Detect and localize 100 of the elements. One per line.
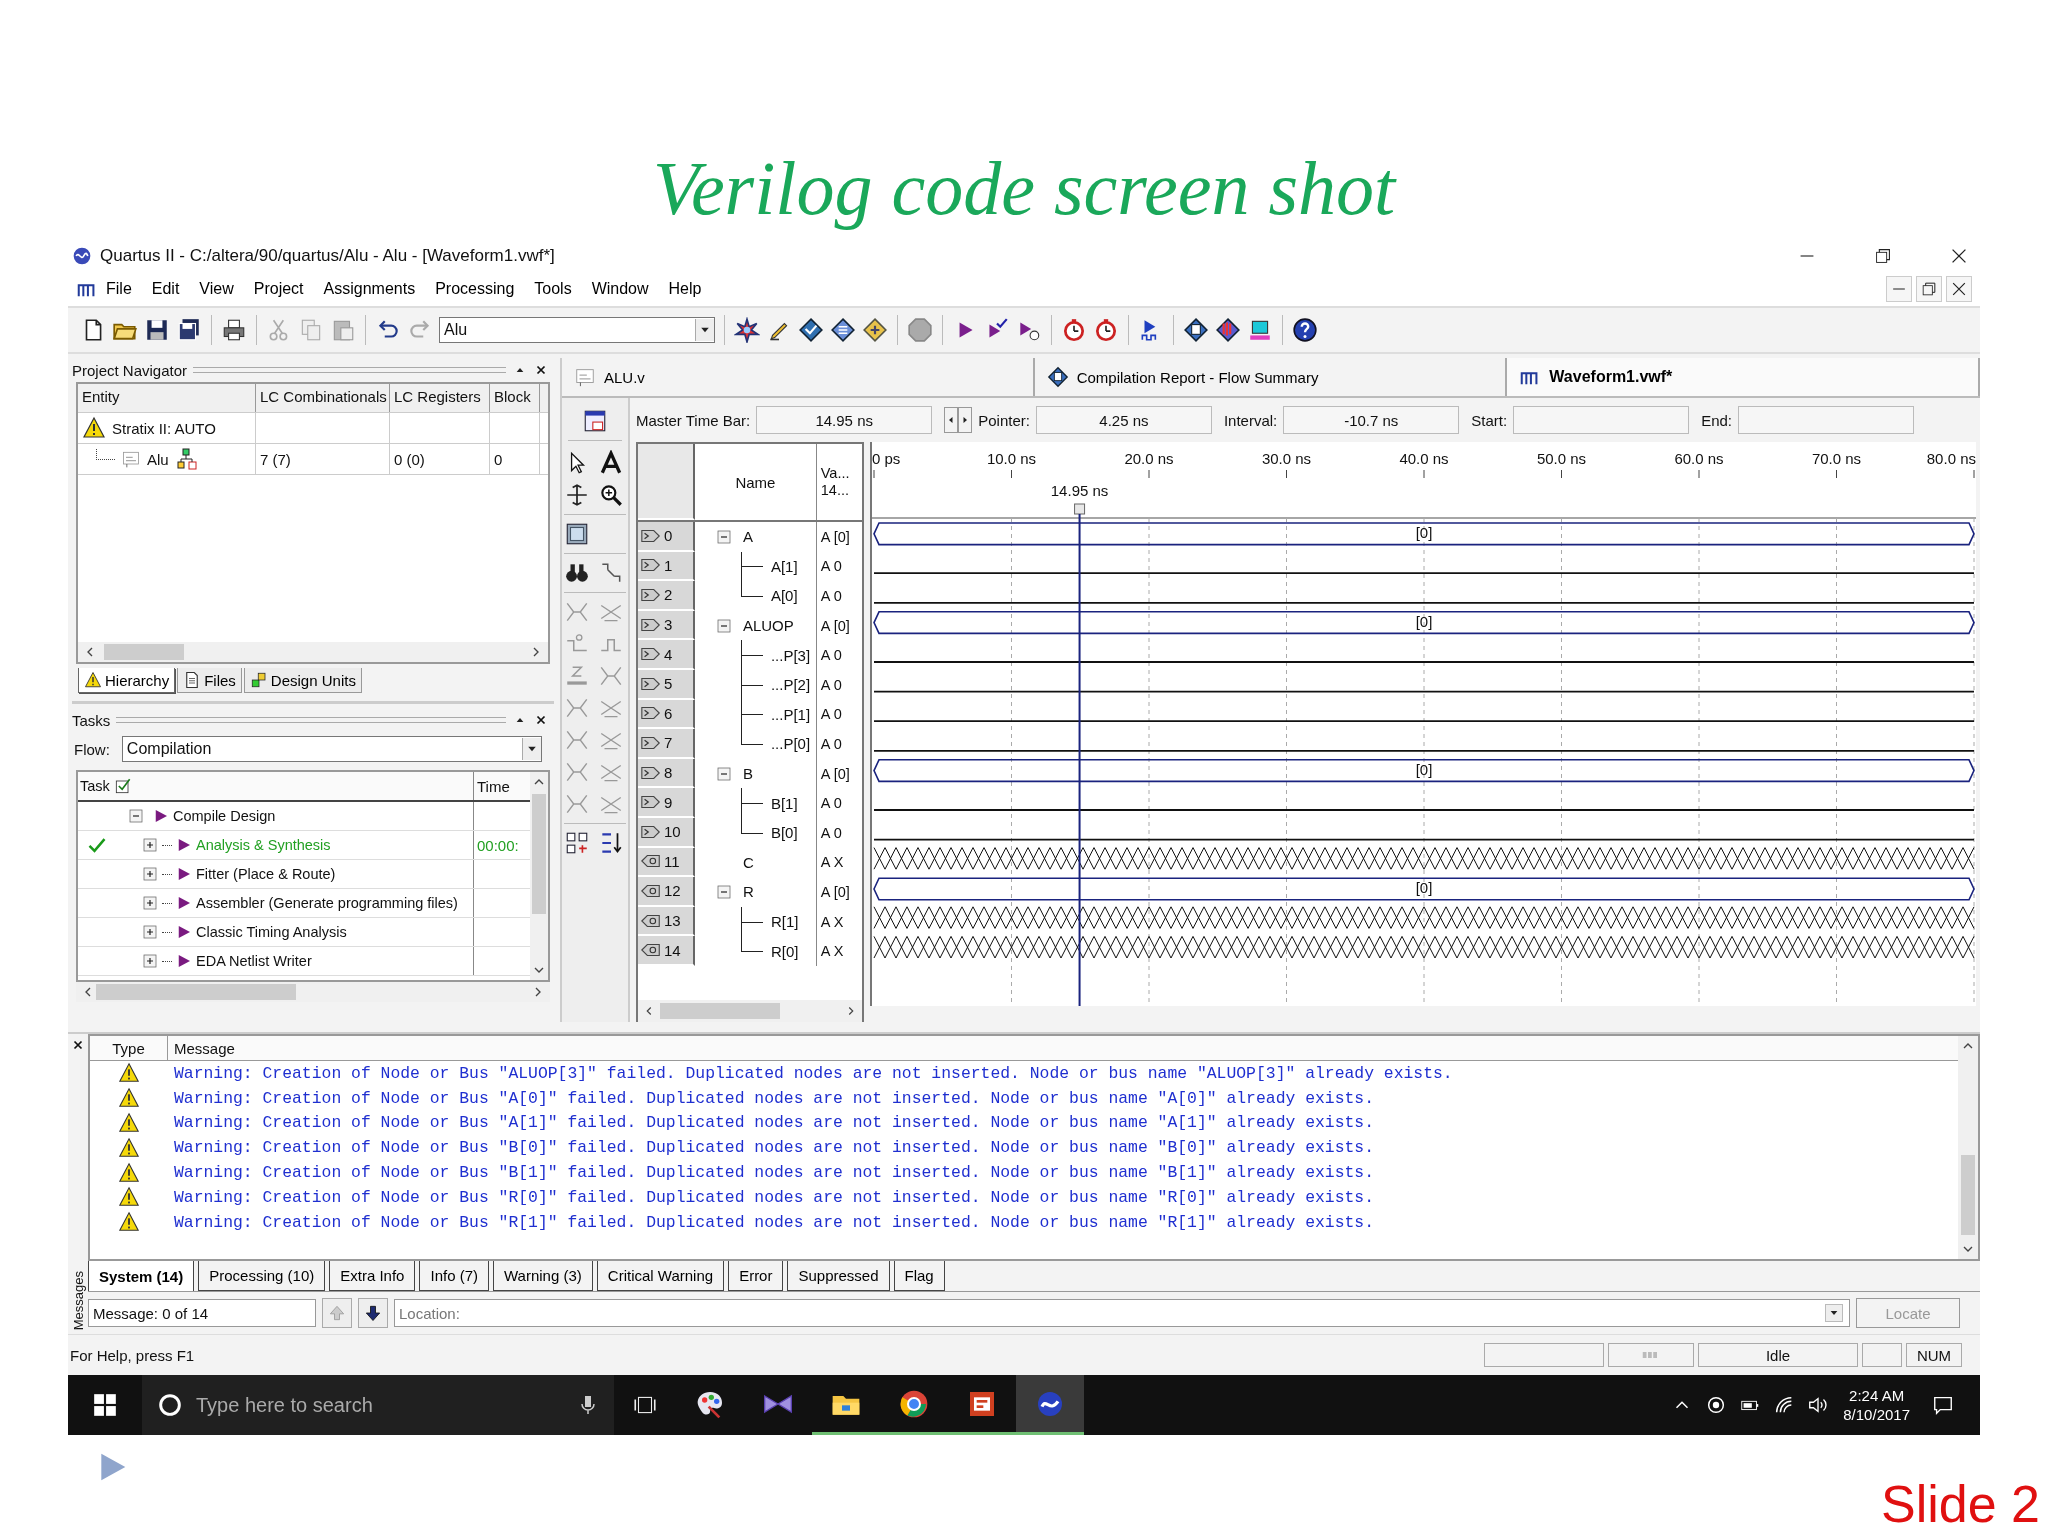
- scrollbar-thumb[interactable]: [532, 794, 546, 914]
- task-label[interactable]: Compile Design: [173, 808, 276, 824]
- clock-time[interactable]: 2:24 AM: [1849, 1385, 1905, 1405]
- notification-icon[interactable]: [1932, 1394, 1954, 1416]
- previous-icon[interactable]: [944, 407, 959, 433]
- column-header[interactable]: Task: [80, 778, 110, 794]
- column-header[interactable]: Time: [474, 772, 530, 800]
- time-field[interactable]: 4.25 ns: [1035, 406, 1212, 434]
- signal-name[interactable]: C: [740, 853, 754, 871]
- signal-name[interactable]: R[1]: [770, 913, 799, 930]
- striped-diamond-icon[interactable]: [830, 317, 856, 343]
- message-tab[interactable]: Processing (10): [198, 1261, 326, 1291]
- signal-index[interactable]: 10: [638, 817, 695, 848]
- signal-name[interactable]: R: [740, 883, 754, 901]
- dropdown-icon[interactable]: [521, 738, 541, 760]
- printer-icon[interactable]: [221, 317, 247, 343]
- column-header[interactable]: Va... 14...: [816, 444, 862, 520]
- signal-index[interactable]: 5: [638, 669, 695, 700]
- message-text[interactable]: Warning: Creation of Node or Bus "A[1]" failed. Duplicated nodes are not inserted. Node or bus name "A[1]" already exists.: [168, 1113, 1374, 1133]
- column-header[interactable]: [638, 444, 695, 520]
- vertical-scrollbar[interactable]: [530, 772, 548, 980]
- message-tab[interactable]: Suppressed: [787, 1261, 890, 1291]
- column-header[interactable]: Block: [490, 384, 540, 412]
- panel-tab[interactable]: Files: [177, 668, 242, 693]
- expand-icon[interactable]: [141, 865, 159, 883]
- stop-icon[interactable]: [907, 317, 933, 343]
- column-header[interactable]: Type: [90, 1036, 168, 1060]
- zoom-icon[interactable]: [598, 482, 624, 508]
- task-label[interactable]: EDA Netlist Writer: [196, 953, 312, 969]
- fit-icon[interactable]: [564, 482, 590, 508]
- hierarchy-icon[interactable]: [174, 447, 199, 471]
- scrollbar-thumb[interactable]: [660, 1003, 780, 1019]
- next-icon[interactable]: [958, 407, 973, 433]
- next-button[interactable]: [358, 1298, 388, 1328]
- column-header[interactable]: LC Combinationals: [256, 384, 390, 412]
- time-field[interactable]: 14.95 ns: [756, 406, 933, 434]
- signal-index[interactable]: 14: [638, 936, 695, 966]
- signal-index[interactable]: 0: [638, 522, 695, 552]
- signal-index[interactable]: 6: [638, 699, 695, 730]
- menu-item[interactable]: Tools: [526, 278, 580, 300]
- signal-index[interactable]: 3: [638, 610, 695, 641]
- group-icon[interactable]: [564, 830, 590, 856]
- programmer-icon[interactable]: [1215, 317, 1241, 343]
- panel-tab[interactable]: Hierarchy: [78, 668, 176, 693]
- horizontal-scrollbar[interactable]: [638, 1000, 862, 1022]
- stopwatch-icon[interactable]: [1061, 317, 1087, 343]
- cross-diamond-icon[interactable]: [862, 317, 888, 343]
- dropdown-icon[interactable]: [695, 319, 714, 341]
- search-field[interactable]: Type here to search: [142, 1375, 614, 1435]
- project-combo[interactable]: Alu: [439, 317, 715, 343]
- signal-name[interactable]: B: [740, 765, 753, 783]
- window-icon[interactable]: [582, 408, 608, 434]
- stopwatch-icon[interactable]: [1093, 317, 1119, 343]
- message-text[interactable]: Warning: Creation of Node or Bus "B[1]" failed. Duplicated nodes are not inserted. Node or bus name "B[1]" already exists.: [168, 1163, 1374, 1183]
- text-tool-icon[interactable]: [598, 450, 624, 476]
- signal-index[interactable]: 1: [638, 551, 695, 582]
- signal-index[interactable]: 7: [638, 729, 695, 759]
- column-header[interactable]: LC Registers: [390, 384, 490, 412]
- dropdown-icon[interactable]: [1825, 1304, 1843, 1322]
- signal-name[interactable]: A[0]: [770, 587, 798, 605]
- report-icon[interactable]: [1183, 317, 1209, 343]
- message-text[interactable]: Warning: Creation of Node or Bus "B[0]" failed. Duplicated nodes are not inserted. Node or bus name "B[0]" already exists.: [168, 1138, 1374, 1158]
- message-text[interactable]: Warning: Creation of Node or Bus "R[0]" failed. Duplicated nodes are not inserted. Node or bus name "R[0]" already exists.: [168, 1187, 1374, 1207]
- panel-tab[interactable]: Design Units: [243, 668, 362, 693]
- save-all-icon[interactable]: [176, 317, 202, 343]
- column-header[interactable]: Entity: [78, 384, 256, 412]
- save-icon[interactable]: [144, 317, 170, 343]
- message-tab[interactable]: Warning (3): [493, 1261, 593, 1291]
- close-icon[interactable]: [71, 1038, 85, 1052]
- column-header[interactable]: Name: [695, 444, 817, 520]
- grid-icon[interactable]: [564, 521, 590, 547]
- check-diamond-icon[interactable]: [798, 317, 824, 343]
- signal-name[interactable]: A[1]: [770, 557, 798, 575]
- scrollbar-thumb[interactable]: [104, 644, 184, 660]
- signal-name[interactable]: ...P[0]: [770, 735, 811, 753]
- time-field[interactable]: [1513, 406, 1690, 434]
- restore-icon[interactable]: [1916, 276, 1942, 302]
- menu-item[interactable]: Assignments: [315, 278, 424, 300]
- signal-name[interactable]: ...P[3]: [770, 646, 811, 664]
- cursor-line[interactable]: [1078, 513, 1081, 1006]
- menu-item[interactable]: Help: [660, 278, 710, 300]
- location-field[interactable]: Location:: [394, 1299, 1850, 1327]
- scrollbar-thumb[interactable]: [96, 984, 296, 1000]
- task-label[interactable]: Fitter (Place & Route): [196, 866, 336, 882]
- signal-name[interactable]: R[0]: [770, 942, 799, 960]
- signal-name[interactable]: B[1]: [770, 794, 798, 812]
- menu-item[interactable]: Edit: [143, 278, 188, 300]
- clock-date[interactable]: 8/10/2017: [1843, 1405, 1910, 1425]
- message-tab[interactable]: Flag: [893, 1261, 945, 1291]
- entity-name[interactable]: Stratix II: AUTO: [112, 419, 216, 437]
- signal-name[interactable]: ...P[1]: [770, 705, 811, 723]
- horizontal-scrollbar[interactable]: [78, 642, 548, 662]
- menu-item[interactable]: Project: [245, 278, 312, 300]
- column-header[interactable]: Message: [168, 1039, 235, 1057]
- message-tab[interactable]: Error: [728, 1261, 784, 1291]
- document-tab[interactable]: Waveform1.vwf*: [1507, 358, 1980, 396]
- flow-combo[interactable]: Compilation: [121, 736, 542, 762]
- signal-index[interactable]: 13: [638, 906, 695, 937]
- expand-icon[interactable]: [141, 952, 159, 970]
- menu-item[interactable]: View: [191, 278, 242, 300]
